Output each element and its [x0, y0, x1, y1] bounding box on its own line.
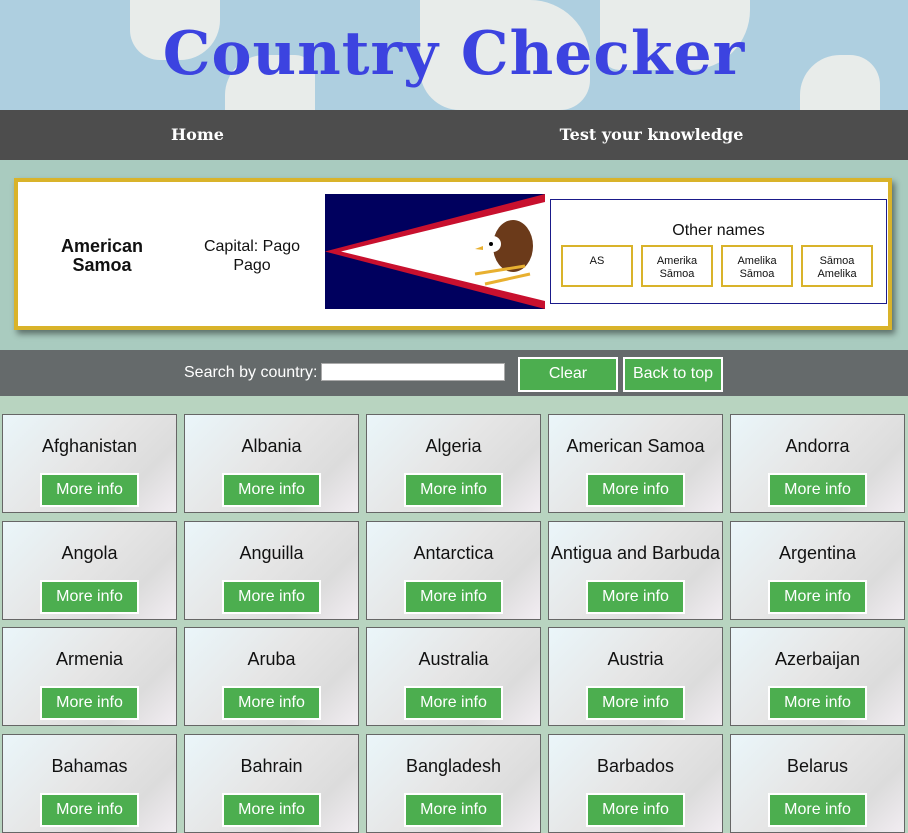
country-card: Armenia More info [2, 627, 177, 726]
country-card: Andorra More info [730, 414, 905, 513]
more-info-button[interactable]: More info [768, 686, 867, 720]
other-names-panel: Other names AS Amerika Sāmoa Amelika Sām… [550, 199, 887, 304]
country-card: Belarus More info [730, 734, 905, 833]
more-info-button[interactable]: More info [404, 793, 503, 827]
country-card-name: Andorra [785, 436, 850, 456]
selected-country-name: American Samoa [60, 236, 144, 275]
other-name-item: Amelika Sāmoa [721, 245, 793, 287]
country-card: Bahamas More info [2, 734, 177, 833]
country-card: Austria More info [548, 627, 723, 726]
country-card-name: Armenia [55, 649, 124, 669]
back-to-top-button[interactable]: Back to top [623, 357, 723, 392]
country-card: American Samoa More info [548, 414, 723, 513]
more-info-button[interactable]: More info [586, 580, 685, 614]
search-label: Search by country: [184, 364, 318, 381]
country-card-name: Antarctica [413, 543, 494, 563]
country-card: Barbados More info [548, 734, 723, 833]
nav-test-link[interactable]: Test your knowledge [395, 110, 908, 160]
more-info-button[interactable]: More info [404, 473, 503, 507]
more-info-button[interactable]: More info [222, 793, 321, 827]
more-info-button[interactable]: More info [40, 686, 139, 720]
other-name-item: Amerika Sāmoa [641, 245, 713, 287]
other-name-item: Sāmoa Amelika [801, 245, 873, 287]
more-info-button[interactable]: More info [40, 793, 139, 827]
country-card: Australia More info [366, 627, 541, 726]
country-card-name: Bahamas [51, 756, 128, 776]
country-card-name: Albania [241, 436, 302, 456]
country-card: Anguilla More info [184, 521, 359, 620]
nav-bar: Home Test your knowledge [0, 110, 908, 160]
country-card-name: Austria [607, 649, 664, 669]
selected-country-section: American Samoa Capital: Pago Pago Other … [0, 160, 908, 350]
country-card: Argentina More info [730, 521, 905, 620]
page-header: Country Checker [0, 0, 908, 110]
nav-home-link[interactable]: Home [0, 110, 395, 160]
other-name-item: AS [561, 245, 633, 287]
country-card: Azerbaijan More info [730, 627, 905, 726]
country-card-name: Antigua and Barbuda [550, 543, 721, 563]
country-card-name: Belarus [786, 756, 849, 776]
country-card-name: Anguilla [239, 543, 304, 563]
country-card-name: Argentina [778, 543, 857, 563]
country-card-name: Australia [418, 649, 489, 669]
more-info-button[interactable]: More info [222, 473, 321, 507]
search-bar: Search by country: Clear Back to top [0, 350, 908, 396]
country-card: Algeria More info [366, 414, 541, 513]
country-card-name: Bahrain [240, 756, 303, 776]
country-card: Aruba More info [184, 627, 359, 726]
more-info-button[interactable]: More info [586, 793, 685, 827]
more-info-button[interactable]: More info [404, 580, 503, 614]
more-info-button[interactable]: More info [222, 580, 321, 614]
country-card: Antarctica More info [366, 521, 541, 620]
more-info-button[interactable]: More info [768, 793, 867, 827]
more-info-button[interactable]: More info [40, 473, 139, 507]
more-info-button[interactable]: More info [768, 580, 867, 614]
other-names-title: Other names [672, 222, 765, 239]
search-input[interactable] [321, 363, 505, 381]
more-info-button[interactable]: More info [586, 473, 685, 507]
country-flag-image [325, 194, 545, 309]
country-card: Bangladesh More info [366, 734, 541, 833]
country-card-name: Azerbaijan [774, 649, 861, 669]
more-info-button[interactable]: More info [222, 686, 321, 720]
country-card-name: Barbados [596, 756, 675, 776]
selected-country-capital: Capital: Pago Pago [203, 238, 301, 274]
country-card: Afghanistan More info [2, 414, 177, 513]
more-info-button[interactable]: More info [768, 473, 867, 507]
country-card-name: Algeria [425, 436, 482, 456]
country-card: Angola More info [2, 521, 177, 620]
more-info-button[interactable]: More info [586, 686, 685, 720]
more-info-button[interactable]: More info [40, 580, 139, 614]
clear-button[interactable]: Clear [518, 357, 618, 392]
country-card-name: American Samoa [566, 436, 705, 456]
country-card-name: Aruba [247, 649, 296, 669]
country-card: Albania More info [184, 414, 359, 513]
country-card: Antigua and Barbuda More info [548, 521, 723, 620]
country-card-name: Angola [61, 543, 118, 563]
country-card: Bahrain More info [184, 734, 359, 833]
country-card-name: Afghanistan [41, 436, 138, 456]
country-card-name: Bangladesh [405, 756, 502, 776]
more-info-button[interactable]: More info [404, 686, 503, 720]
page-title: Country Checker [162, 19, 746, 89]
selected-country-card: American Samoa Capital: Pago Pago Other … [14, 178, 892, 330]
